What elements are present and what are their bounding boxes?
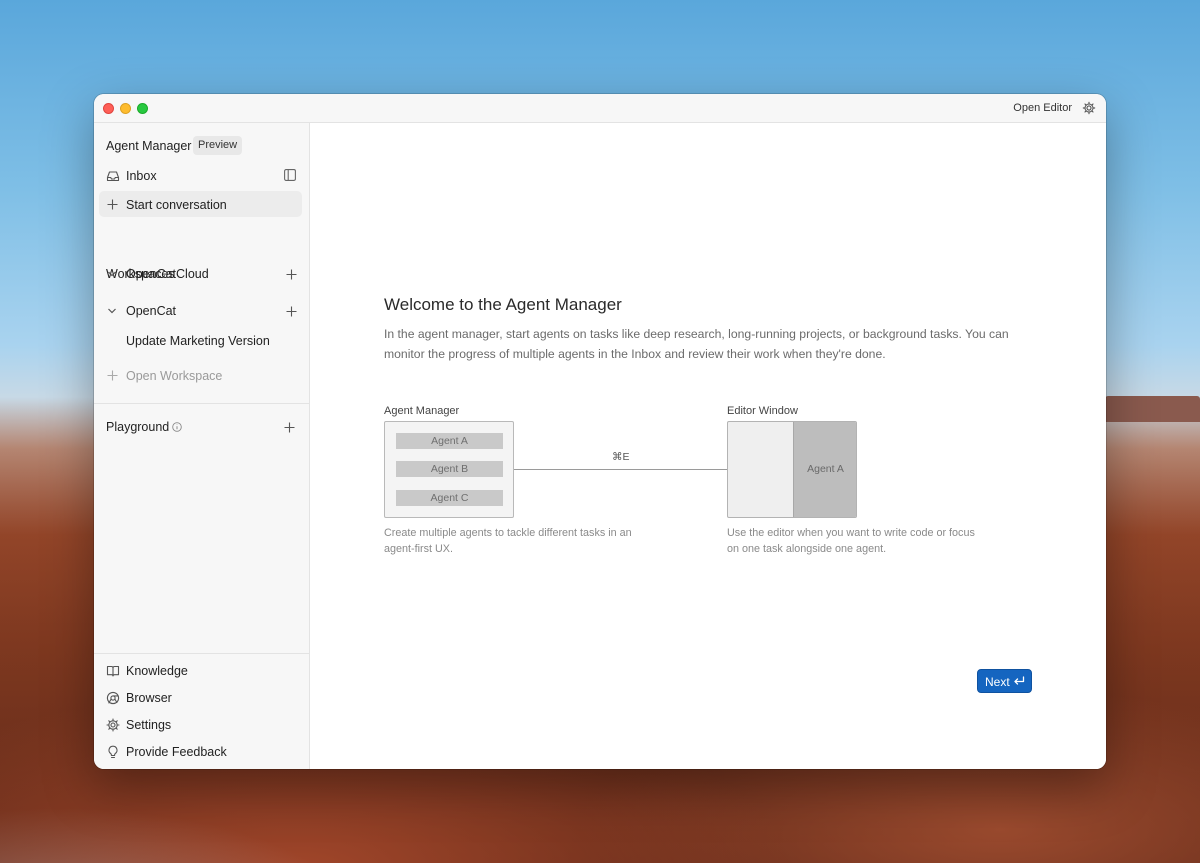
sidebar: Agent Manager Preview Inbox Start conver…: [94, 123, 310, 769]
add-icon[interactable]: [286, 269, 297, 280]
workspace-opencat[interactable]: OpenCat: [94, 298, 310, 324]
sidebar-item-feedback[interactable]: Provide Feedback: [94, 739, 310, 765]
gear-icon: [106, 718, 120, 732]
keyboard-shortcut: ⌘E: [612, 451, 630, 463]
agent-pill: Agent A: [396, 433, 503, 449]
sidebar-divider: [94, 403, 310, 404]
app-title: Agent Manager: [106, 139, 192, 153]
book-icon: [106, 665, 120, 677]
plus-icon: [107, 370, 118, 381]
playground-row[interactable]: Playground: [94, 414, 310, 440]
sidebar-item-knowledge[interactable]: Knowledge: [94, 658, 310, 684]
app-window: Open Editor Agent Manager Preview Inbox: [94, 94, 1106, 769]
plus-icon: [107, 199, 118, 210]
workspace-name: OpenCat: [126, 304, 177, 318]
agent-manager-illustration: Agent A Agent B Agent C: [384, 421, 514, 518]
zoom-window-button[interactable]: [137, 103, 148, 114]
sidebar-item-label: Knowledge: [126, 664, 188, 678]
start-conversation-button[interactable]: Start conversation: [94, 192, 310, 218]
sidebar-item-inbox[interactable]: Inbox: [94, 163, 310, 189]
page-description: In the agent manager, start agents on ta…: [384, 327, 1009, 361]
sidebar-item-label: Inbox: [126, 169, 157, 183]
open-editor-button[interactable]: Open Editor: [1013, 102, 1072, 114]
playground-label: Playground: [106, 420, 170, 434]
add-icon[interactable]: [284, 422, 295, 433]
chevron-down-icon[interactable]: [107, 269, 117, 279]
next-button[interactable]: Next: [977, 669, 1032, 693]
sidebar-item-label: Browser: [126, 691, 172, 705]
main-content: Welcome to the Agent Manager In the agen…: [310, 123, 1106, 769]
open-workspace-button[interactable]: Open Workspace: [94, 363, 310, 389]
sidebar-item-settings[interactable]: Settings: [94, 712, 310, 738]
return-key-icon: [1014, 676, 1025, 685]
inbox-icon: [106, 171, 120, 182]
conversation-label: Update Marketing Version: [126, 334, 270, 348]
sidebar-item-label: Settings: [126, 718, 172, 732]
editor-window-illustration: Agent A: [727, 421, 857, 518]
next-button-label: Next: [985, 675, 1010, 689]
sidebar-item-label: Provide Feedback: [126, 745, 227, 759]
workspace-conversation-item[interactable]: Update Marketing Version: [94, 328, 310, 354]
info-icon[interactable]: [172, 422, 182, 432]
diagram-left-caption: Create multiple agents to tackle differe…: [384, 527, 632, 555]
sidebar-toggle-icon[interactable]: [284, 169, 296, 181]
agent-pill: Agent B: [396, 461, 503, 477]
start-conversation-label: Start conversation: [126, 198, 227, 212]
minimize-window-button[interactable]: [120, 103, 131, 114]
agent-pill: Agent C: [396, 490, 503, 506]
editor-agent-pane: Agent A: [793, 422, 856, 517]
close-window-button[interactable]: [103, 103, 114, 114]
add-icon[interactable]: [286, 306, 297, 317]
chevron-down-icon[interactable]: [107, 306, 117, 316]
lightbulb-icon: [108, 745, 118, 759]
workspace-name: OpenCatCloud: [126, 267, 209, 281]
preview-badge: Preview: [193, 136, 243, 155]
diagram-connector: [514, 469, 727, 470]
chrome-icon: [106, 691, 120, 705]
open-workspace-label: Open Workspace: [126, 369, 223, 383]
wallpaper-mesa: [1105, 396, 1200, 422]
sidebar-divider: [94, 653, 310, 654]
workspace-opencatcloud[interactable]: OpenCatCloud: [94, 261, 310, 287]
diagram-right-label: Editor Window: [727, 405, 798, 417]
gear-icon[interactable]: [1082, 101, 1096, 115]
diagram-left-label: Agent Manager: [384, 405, 460, 417]
diagram-right-caption: Use the editor when you want to write co…: [727, 527, 975, 555]
sidebar-item-browser[interactable]: Browser: [94, 685, 310, 711]
title-bar: Open Editor: [94, 94, 1106, 123]
page-title: Welcome to the Agent Manager: [384, 295, 622, 314]
